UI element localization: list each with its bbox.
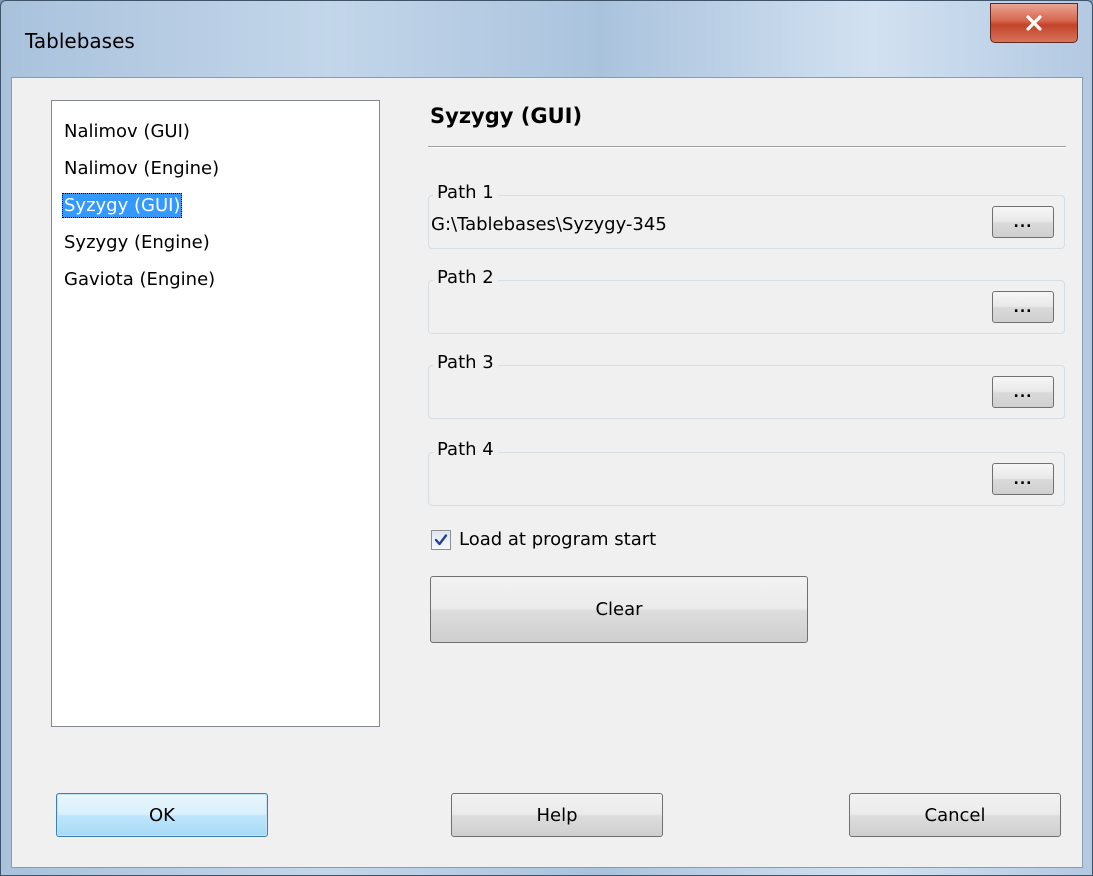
path-2-group: Path 2 ...	[428, 267, 1065, 334]
ok-button[interactable]: OK	[56, 793, 268, 837]
panel-divider	[428, 146, 1066, 148]
tablebase-type-list[interactable]: Nalimov (GUI) Nalimov (Engine) Syzygy (G…	[51, 100, 380, 727]
load-at-start-checkbox[interactable]	[431, 529, 451, 550]
load-at-start-label: Load at program start	[459, 529, 657, 550]
path-1-browse-button[interactable]: ...	[992, 206, 1054, 238]
path-4-browse-button[interactable]: ...	[992, 463, 1054, 495]
list-item-nalimov-engine[interactable]: Nalimov (Engine)	[62, 150, 379, 187]
window-title: Tablebases	[25, 29, 135, 53]
list-item-label: Syzygy (GUI)	[62, 193, 183, 218]
path-1-label: Path 1	[433, 182, 498, 203]
path-2-label: Path 2	[433, 267, 498, 288]
tablebases-dialog: Tablebases Nalimov (GUI) Nalimov (Engine…	[0, 0, 1093, 876]
load-at-start-option[interactable]: Load at program start	[431, 529, 656, 550]
path-2-browse-button[interactable]: ...	[992, 291, 1054, 323]
close-button[interactable]	[990, 3, 1078, 43]
panel-title: Syzygy (GUI)	[430, 104, 583, 128]
cancel-button[interactable]: Cancel	[849, 793, 1061, 837]
close-icon	[1026, 15, 1042, 31]
list-item-nalimov-gui[interactable]: Nalimov (GUI)	[62, 113, 379, 150]
list-item-label: Gaviota (Engine)	[64, 269, 216, 290]
path-4-group: Path 4 ...	[428, 439, 1065, 506]
path-3-label: Path 3	[433, 352, 498, 373]
list-item-syzygy-engine[interactable]: Syzygy (Engine)	[62, 224, 379, 261]
help-button[interactable]: Help	[451, 793, 663, 837]
dialog-client-area: Nalimov (GUI) Nalimov (Engine) Syzygy (G…	[11, 77, 1083, 868]
path-4-label: Path 4	[433, 439, 498, 460]
list-item-label: Syzygy (Engine)	[64, 232, 210, 253]
path-3-browse-button[interactable]: ...	[992, 376, 1054, 408]
checkmark-icon	[434, 533, 448, 545]
clear-button[interactable]: Clear	[430, 576, 808, 643]
list-item-syzygy-gui[interactable]: Syzygy (GUI)	[62, 187, 379, 224]
title-bar[interactable]: Tablebases	[1, 1, 1092, 77]
list-item-label: Nalimov (GUI)	[64, 121, 190, 142]
path-1-group: Path 1 G:\Tablebases\Syzygy-345 ...	[428, 182, 1065, 249]
list-item-label: Nalimov (Engine)	[64, 158, 220, 179]
list-item-gaviota-engine[interactable]: Gaviota (Engine)	[62, 261, 379, 298]
path-1-value: G:\Tablebases\Syzygy-345	[431, 214, 667, 235]
path-3-group: Path 3 ...	[428, 352, 1065, 419]
